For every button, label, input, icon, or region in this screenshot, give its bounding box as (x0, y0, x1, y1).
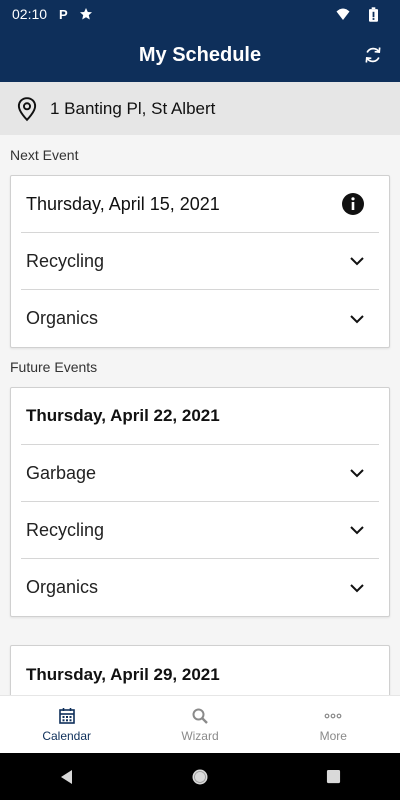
page-title: My Schedule (138, 43, 262, 66)
event-date: Thursday, April 29, 2021 (26, 664, 220, 684)
back-icon (60, 769, 72, 784)
nav-wizard[interactable]: Wizard (133, 696, 266, 753)
event-date: Thursday, April 22, 2021 (26, 406, 220, 425)
calendar-icon (58, 707, 75, 724)
address-bar[interactable]: 1 Banting Pl, St Albert (0, 82, 400, 135)
nav-calendar[interactable]: Calendar (0, 696, 133, 753)
parking-icon: P (57, 7, 71, 21)
collection-type: Garbage (26, 462, 97, 483)
info-icon[interactable] (341, 192, 365, 216)
collection-type: Organics (26, 577, 99, 597)
search-icon (192, 708, 208, 724)
svg-text:P: P (59, 7, 68, 21)
nav-calendar-label: Calendar (42, 728, 92, 743)
collection-row-recycling[interactable]: Recycling (21, 233, 379, 290)
back-button[interactable] (57, 767, 77, 787)
nav-wizard-label: Wizard (181, 728, 219, 743)
event-date-row: Thursday, April 29, 2021 (21, 646, 379, 695)
collection-row-garbage[interactable]: Garbage (21, 445, 379, 502)
home-icon (192, 769, 208, 784)
refresh-button[interactable] (358, 40, 388, 70)
app-bar: My Schedule (0, 28, 400, 82)
home-button[interactable] (190, 767, 210, 787)
next-event-card: Thursday, April 15, 2021 Recycling Organ… (10, 175, 390, 348)
location-pin-icon (17, 96, 37, 121)
collection-type: Organics (26, 308, 99, 328)
collection-type: Recycling (26, 250, 105, 271)
status-time: 02:10 (12, 6, 48, 22)
future-event-card: Thursday, April 22, 2021 Garbage Recycli… (10, 387, 390, 617)
chevron-down-icon (350, 314, 364, 323)
wifi-icon (336, 7, 350, 21)
recents-button[interactable] (323, 767, 343, 787)
system-navigation-bar (0, 753, 400, 800)
more-dots-icon (324, 713, 342, 718)
collection-row-organics[interactable]: Organics (21, 559, 379, 616)
chevron-down-icon (350, 526, 364, 535)
collection-row-recycling[interactable]: Recycling (21, 502, 379, 559)
battery-icon (366, 6, 380, 22)
recents-icon (326, 769, 340, 784)
address-text: 1 Banting Pl, St Albert (50, 98, 216, 118)
schedule-content[interactable]: Next Event Thursday, April 15, 2021 Recy… (0, 135, 400, 695)
nav-more[interactable]: More (267, 696, 400, 753)
event-date: Thursday, April 15, 2021 (26, 193, 220, 214)
status-bar: 02:10 P (0, 0, 400, 28)
bottom-navigation: Calendar Wizard More (0, 695, 400, 753)
event-date-row: Thursday, April 22, 2021 (21, 388, 379, 445)
collection-row-organics[interactable]: Organics (21, 290, 379, 347)
event-date-row: Thursday, April 15, 2021 (21, 176, 379, 233)
future-event-card: Thursday, April 29, 2021 (10, 645, 390, 695)
next-event-label: Next Event (10, 147, 79, 163)
nav-more-label: More (319, 728, 347, 743)
future-events-label: Future Events (10, 359, 98, 375)
chevron-down-icon (350, 583, 364, 592)
refresh-icon (365, 47, 381, 63)
collection-type: Recycling (26, 519, 105, 540)
star-icon (79, 7, 93, 21)
chevron-down-icon (350, 469, 364, 478)
chevron-down-icon (350, 257, 364, 266)
